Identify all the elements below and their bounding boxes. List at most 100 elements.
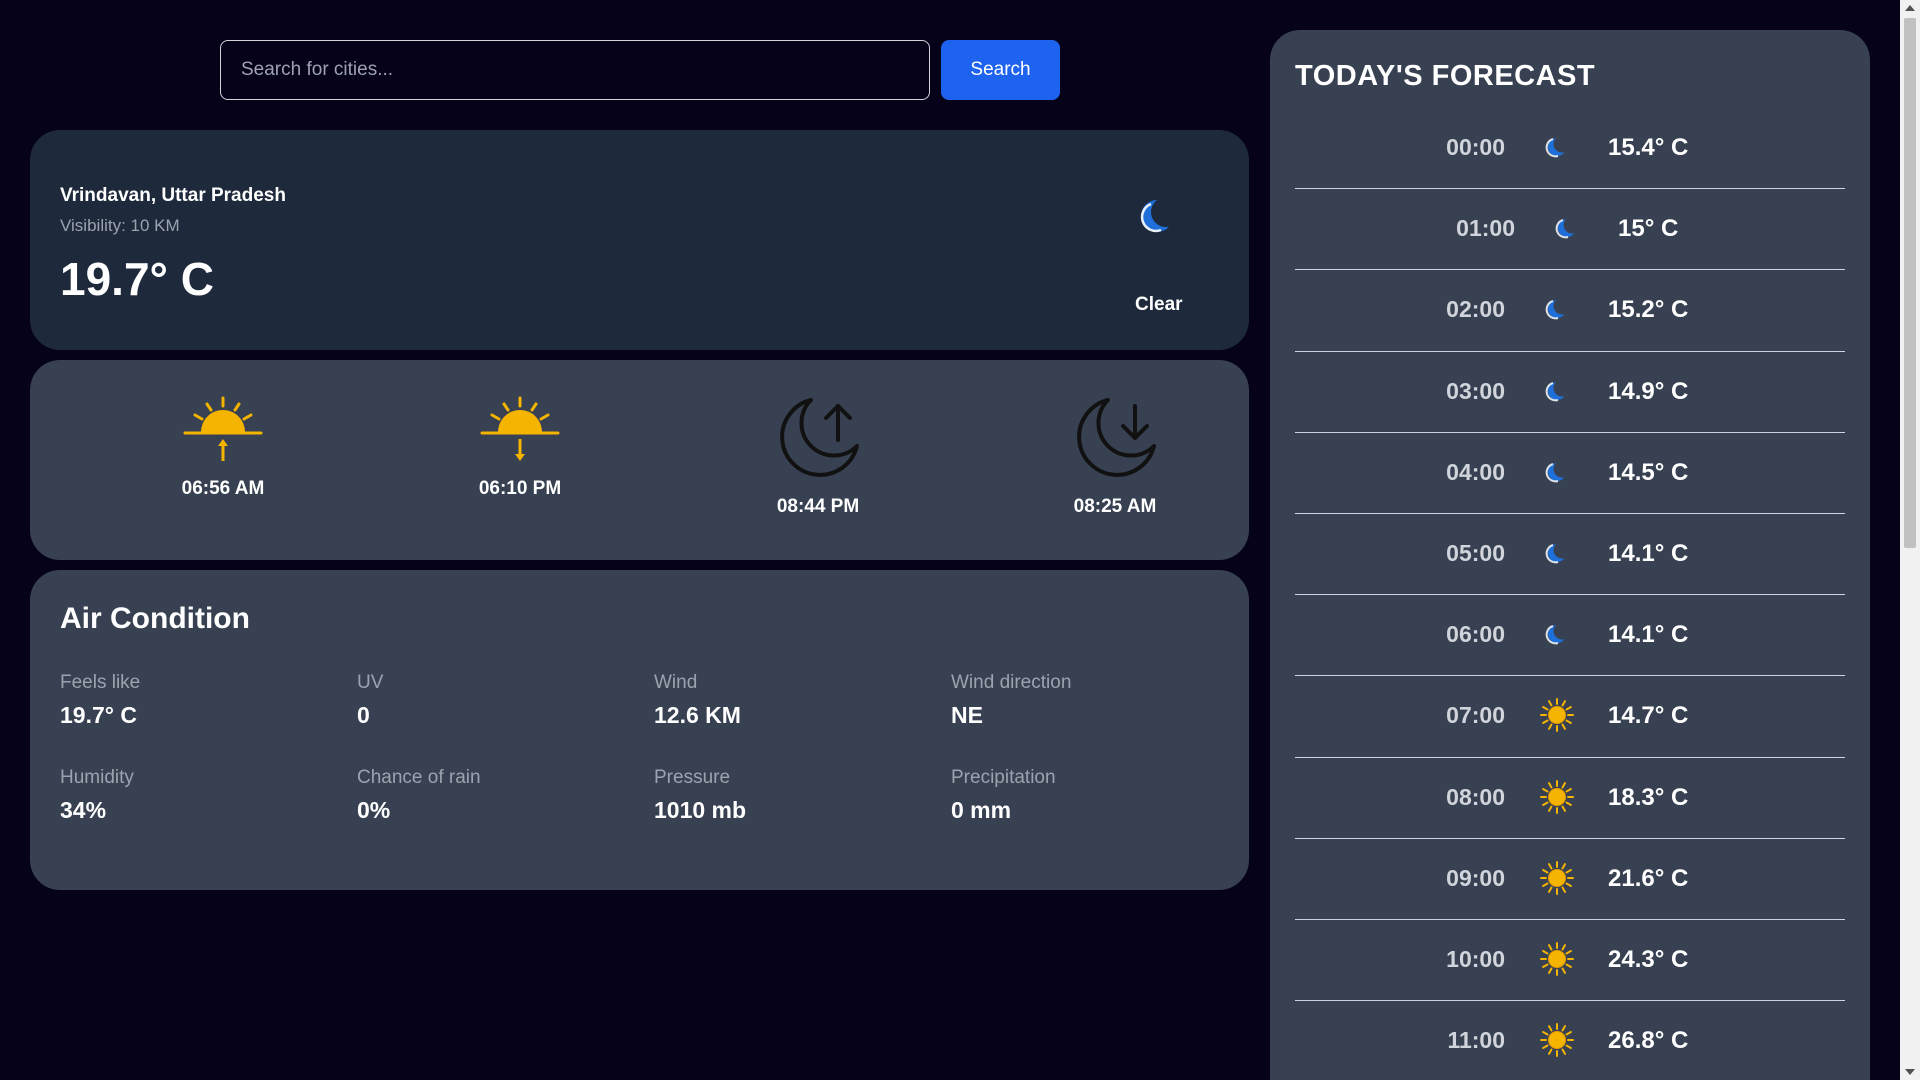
forecast-time: 08:00 bbox=[1446, 783, 1505, 810]
scrollbar-thumb[interactable] bbox=[1904, 18, 1916, 548]
forecast-time: 10:00 bbox=[1446, 945, 1505, 972]
metric-value: 0 mm bbox=[951, 797, 1012, 823]
forecast-row: 06:00 14.1° C bbox=[1295, 595, 1845, 677]
sunrise-time: 06:56 AM bbox=[181, 478, 265, 499]
forecast-row: 10:00 24.3° C bbox=[1295, 920, 1845, 1002]
forecast-temperature: 15° C bbox=[1618, 215, 1679, 243]
metric-label: Feels like bbox=[60, 672, 141, 693]
metric-value: 12.6 KM bbox=[654, 702, 741, 728]
metric-label: UV bbox=[357, 672, 384, 693]
sun-icon bbox=[1540, 698, 1574, 733]
forecast-temperature: 14.1° C bbox=[1608, 539, 1689, 567]
forecast-temperature: 24.3° C bbox=[1608, 945, 1689, 973]
moonset-time: 08:25 AM bbox=[1073, 496, 1157, 517]
forecast-row: 00:00 15.4° C bbox=[1295, 108, 1845, 190]
moon-icon bbox=[1540, 536, 1574, 570]
moon-icon bbox=[1140, 197, 1177, 233]
search-bar: Search bbox=[220, 40, 1060, 100]
forecast-time: 03:00 bbox=[1446, 377, 1505, 404]
city-name: Vrindavan, Uttar Pradesh bbox=[60, 185, 286, 206]
metric-label: Precipitation bbox=[951, 767, 1056, 788]
forecast-temperature: 14.9° C bbox=[1608, 377, 1689, 405]
metric-label: Humidity bbox=[60, 767, 134, 788]
forecast-row: 11:00 26.8° C bbox=[1295, 1001, 1845, 1080]
forecast-time: 04:00 bbox=[1446, 458, 1505, 485]
search-button[interactable]: Search bbox=[941, 40, 1060, 100]
metric-value: 34% bbox=[60, 797, 107, 823]
scroll-up-arrow-icon[interactable] bbox=[1905, 5, 1915, 11]
forecast-temperature: 14.1° C bbox=[1608, 621, 1689, 649]
forecast-temperature: 18.3° C bbox=[1608, 783, 1689, 811]
forecast-temperature: 26.8° C bbox=[1608, 1027, 1689, 1055]
metric-value: 0% bbox=[357, 797, 391, 823]
moonrise-icon bbox=[780, 398, 859, 477]
metric-chance-of-rain: Chance of rain 0% bbox=[357, 767, 617, 824]
current-temperature: 19.7° C bbox=[60, 253, 214, 305]
current-weather-card: Vrindavan, Uttar Pradesh Visibility: 10 … bbox=[30, 130, 1249, 350]
forecast-row: 03:00 14.9° C bbox=[1295, 352, 1845, 433]
air-condition-card: Air Condition Feels like 19.7° C UV 0 Wi… bbox=[30, 570, 1249, 890]
moon-icon bbox=[1540, 455, 1574, 489]
forecast-title: TODAY'S FORECAST bbox=[1295, 60, 1596, 92]
condition-label: Clear bbox=[1135, 294, 1183, 315]
metric-label: Wind direction bbox=[951, 672, 1072, 693]
metric-humidity: Humidity 34% bbox=[60, 767, 320, 824]
sun-icon bbox=[1540, 1023, 1574, 1058]
metric-precipitation: Precipitation 0 mm bbox=[951, 767, 1211, 824]
moonrise-item: 08:44 PM bbox=[718, 394, 918, 518]
metric-feels-like: Feels like 19.7° C bbox=[60, 672, 320, 729]
forecast-time: 02:00 bbox=[1446, 296, 1505, 323]
search-input[interactable] bbox=[220, 40, 930, 100]
forecast-temperature: 15.2° C bbox=[1608, 296, 1689, 324]
sunrise-item: 06:56 AM bbox=[123, 394, 323, 500]
sunrise-icon bbox=[183, 396, 263, 461]
metric-value: 0 bbox=[357, 702, 370, 728]
visibility-text: Visibility: 10 KM bbox=[60, 216, 180, 235]
forecast-temperature: 14.7° C bbox=[1608, 702, 1689, 730]
forecast-temperature: 15.4° C bbox=[1608, 134, 1689, 161]
sunset-icon bbox=[480, 396, 560, 461]
moon-icon bbox=[1540, 130, 1574, 164]
forecast-row: 01:00 15° C bbox=[1295, 189, 1845, 271]
forecast-row: 08:00 18.3° C bbox=[1295, 758, 1845, 839]
metric-label: Wind bbox=[654, 672, 698, 693]
forecast-row: 02:00 15.2° C bbox=[1295, 270, 1845, 352]
forecast-time: 05:00 bbox=[1446, 539, 1505, 566]
astronomy-card: 06:56 AM 06:10 PM 08:44 PM 08:25 AM bbox=[30, 360, 1249, 560]
forecast-row: 04:00 14.5° C bbox=[1295, 433, 1845, 514]
scroll-down-arrow-icon[interactable] bbox=[1905, 1069, 1915, 1075]
metric-uv: UV 0 bbox=[357, 672, 617, 729]
forecast-time: 07:00 bbox=[1446, 702, 1505, 729]
sun-icon bbox=[1540, 779, 1574, 814]
metric-value: 1010 mb bbox=[654, 797, 747, 823]
metric-wind-direction: Wind direction NE bbox=[951, 672, 1211, 729]
sunset-item: 06:10 PM bbox=[420, 394, 620, 500]
forecast-time: 00:00 bbox=[1446, 134, 1505, 160]
moonset-icon bbox=[1077, 398, 1156, 477]
metric-value: NE bbox=[951, 702, 983, 728]
sun-icon bbox=[1540, 860, 1574, 895]
forecast-row: 07:00 14.7° C bbox=[1295, 676, 1845, 758]
page-scrollbar[interactable] bbox=[1900, 0, 1920, 1080]
forecast-row: 09:00 21.6° C bbox=[1295, 839, 1845, 920]
moonrise-time: 08:44 PM bbox=[776, 496, 860, 517]
forecast-list: 00:00 15.4° C 01:00 15° C 02:00 15.2° C 03:00 1… bbox=[1295, 108, 1845, 1080]
moon-icon bbox=[1540, 292, 1574, 326]
metric-label: Pressure bbox=[654, 767, 731, 788]
metric-label: Chance of rain bbox=[357, 767, 481, 788]
moon-icon bbox=[1540, 374, 1574, 408]
forecast-temperature: 21.6° C bbox=[1608, 864, 1689, 892]
sunset-time: 06:10 PM bbox=[478, 478, 562, 499]
forecast-temperature: 14.5° C bbox=[1608, 458, 1689, 486]
sun-icon bbox=[1540, 941, 1574, 976]
metric-wind: Wind 12.6 KM bbox=[654, 672, 914, 729]
air-condition-title: Air Condition bbox=[60, 602, 250, 635]
moon-icon bbox=[1540, 617, 1574, 651]
moon-icon bbox=[1550, 211, 1584, 245]
forecast-time: 01:00 bbox=[1456, 215, 1515, 242]
forecast-time: 09:00 bbox=[1446, 864, 1505, 891]
forecast-time: 06:00 bbox=[1446, 621, 1505, 648]
metric-value: 19.7° C bbox=[60, 702, 137, 728]
moonset-item: 08:25 AM bbox=[1015, 394, 1215, 518]
forecast-row: 05:00 14.1° C bbox=[1295, 514, 1845, 596]
